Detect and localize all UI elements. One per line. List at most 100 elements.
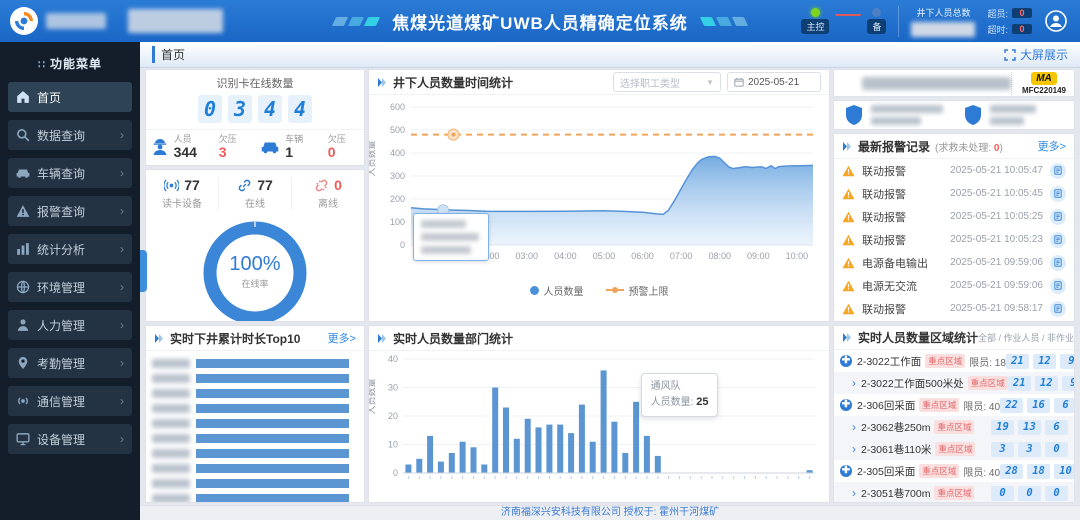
over-capacity-value: 0 <box>1012 8 1032 18</box>
top10-row <box>152 491 354 503</box>
stat-value: 0 <box>328 144 346 160</box>
sidebar-item-label: 首页 <box>37 89 124 106</box>
top10-more-link[interactable]: 更多> <box>328 330 356 346</box>
chevron-right-icon: › <box>852 376 856 390</box>
expand-plus-icon[interactable]: ✚ <box>840 465 852 477</box>
expand-plus-icon[interactable]: ✚ <box>840 355 852 367</box>
region-count: 3 <box>1018 442 1041 457</box>
region-row[interactable]: ›2-3061巷110米重点区域330 <box>834 438 1074 460</box>
chevron-down-icon: ▼ <box>706 78 714 87</box>
online-stat-人员: 人员344 <box>146 130 201 162</box>
alarms-more-link[interactable]: 更多> <box>1038 138 1066 154</box>
region-count: 13 <box>1018 420 1041 435</box>
sidebar: ∷功能菜单 首页数据查询›车辆查询›报警查询›统计分析›环境管理›人力管理›考勤… <box>0 42 140 520</box>
stat-value: 77 <box>184 177 200 193</box>
sidebar-item-attendance-mgmt[interactable]: 考勤管理› <box>8 348 132 378</box>
chevron-right-icon: › <box>120 318 124 332</box>
sidebar-item-alarm-query[interactable]: 报警查询› <box>8 196 132 226</box>
region-filter-links[interactable]: 全部 / 作业人员 / 非作业人员 <box>978 331 1075 344</box>
region-row[interactable]: ✚2-306回采面重点区域限员: 4022166 <box>834 394 1074 416</box>
cert-badge-1 <box>844 104 945 126</box>
region-panel-title: 实时人员数量区域统计 <box>858 329 978 346</box>
link-icon <box>237 178 252 193</box>
sidebar-collapse-handle[interactable] <box>140 250 147 292</box>
alarm-row[interactable]: 联动报警2025-05-21 10:05:47 <box>834 159 1074 182</box>
alarm-row[interactable]: 电源备电输出2025-05-21 09:59:06 <box>834 251 1074 274</box>
warning-triangle-icon <box>842 165 855 177</box>
alarm-detail-button[interactable] <box>1050 209 1066 225</box>
alarm-detail-button[interactable] <box>1050 232 1066 248</box>
online-card-title: 识别卡在线数量 <box>146 70 364 91</box>
fullscreen-button[interactable]: 大屏展示 <box>1004 46 1068 63</box>
shield-icon <box>844 104 864 126</box>
sidebar-item-env-mgmt[interactable]: 环境管理› <box>8 272 132 302</box>
sidebar-item-data-query[interactable]: 数据查询› <box>8 120 132 150</box>
region-count: 16 <box>1027 398 1050 413</box>
cert-badge-2 <box>963 104 1064 126</box>
sidebar-item-vehicle-query[interactable]: 车辆查询› <box>8 158 132 188</box>
sidebar-item-stats-analysis[interactable]: 统计分析› <box>8 234 132 264</box>
expand-icon <box>1004 49 1016 61</box>
svg-text:200: 200 <box>390 194 405 204</box>
svg-text:30: 30 <box>388 383 398 393</box>
digit-cell: 0 <box>198 95 222 123</box>
alarm-row[interactable]: 电源无交流2025-05-21 09:59:06 <box>834 274 1074 297</box>
alarm-detail-button[interactable] <box>1050 163 1066 179</box>
svg-text:600: 600 <box>390 102 405 112</box>
sidebar-item-comm-mgmt[interactable]: 通信管理› <box>8 386 132 416</box>
alarm-detail-button[interactable] <box>1050 301 1066 317</box>
top10-row <box>152 386 354 401</box>
alarm-name: 联动报警 <box>862 232 950 248</box>
region-limit: 限员: 18 <box>969 354 1006 369</box>
top10-bar <box>196 359 349 368</box>
warning-triangle-icon <box>842 257 855 269</box>
region-name: 2-3022工作面500米处 <box>861 376 964 391</box>
alarm-detail-button[interactable] <box>1050 278 1066 294</box>
alarm-row[interactable]: 联动报警2025-05-21 10:05:23 <box>834 228 1074 251</box>
miner-icon <box>150 138 170 156</box>
alarm-row[interactable]: 联动报警2025-05-21 10:05:45 <box>834 182 1074 205</box>
region-row[interactable]: ›2-3051巷700m重点区域000 <box>834 482 1074 503</box>
alarm-name: 电源无交流 <box>862 278 950 294</box>
alarm-detail-button[interactable] <box>1050 186 1066 202</box>
region-limit: 限员: 40 <box>963 464 1000 479</box>
header-redacted-block <box>128 9 223 33</box>
sidebar-item-label: 统计分析 <box>37 241 120 258</box>
alarm-row[interactable]: 联动报警2025-05-21 10:05:25 <box>834 205 1074 228</box>
svg-text:10: 10 <box>388 440 398 450</box>
sidebar-item-device-mgmt[interactable]: 设备管理› <box>8 424 132 454</box>
expand-plus-icon[interactable]: ✚ <box>840 399 852 411</box>
app-title: 焦煤光道煤矿UWB人员精确定位系统 <box>392 9 688 34</box>
backup-status-dot <box>872 8 881 17</box>
region-row[interactable]: ›2-3022工作面500米处重点区域21129 <box>834 372 1074 394</box>
alarm-detail-button[interactable] <box>1050 255 1066 271</box>
date-picker[interactable]: 2025-05-21 <box>727 72 821 92</box>
stat-value: 3 <box>219 144 237 160</box>
footer: 济南福深兴安科技有限公司 授权于: 霍州干河煤矿 <box>140 505 1080 520</box>
region-row-list: ✚2-3022工作面重点区域限员: 1821129 › 2-3022工作面500米处… <box>834 350 1074 503</box>
user-account-icon[interactable] <box>1044 9 1068 33</box>
legend-item-1[interactable]: 预警上限 <box>606 283 669 298</box>
sidebar-item-home[interactable]: 首页 <box>8 82 132 112</box>
legend-line-icon <box>606 289 624 291</box>
alarm-time: 2025-05-21 10:05:23 <box>950 234 1043 245</box>
legend-item-0[interactable]: 人员数量 <box>530 283 584 298</box>
logo-text-redacted <box>46 13 106 29</box>
worker-type-select[interactable]: 选择职工类型 ▼ <box>613 72 721 92</box>
panel-card-online-count: 识别卡在线数量 0344 人员344欠压3车辆1欠压0 <box>145 69 365 166</box>
region-row[interactable]: ›2-3062巷250m重点区域19136 <box>834 416 1074 438</box>
region-row[interactable]: ✚2-305回采面重点区域限员: 40281810 <box>834 460 1074 482</box>
unlink-icon <box>314 178 329 193</box>
globe-icon <box>16 280 30 294</box>
region-count: 12 <box>1033 354 1056 369</box>
stat-label: 读卡设备 <box>146 195 218 210</box>
master-status-dot <box>811 8 820 17</box>
company-logo-icon <box>10 7 38 35</box>
region-row[interactable]: ✚2-3022工作面重点区域限员: 1821129 <box>834 350 1074 372</box>
top10-name-redacted <box>152 464 190 473</box>
alarm-row[interactable]: 联动报警2025-05-21 09:58:17 <box>834 297 1074 320</box>
sidebar-item-hr-mgmt[interactable]: 人力管理› <box>8 310 132 340</box>
legend-dot-icon <box>530 286 539 295</box>
tooltip-dept-name: 通风队 <box>651 381 681 392</box>
underground-total: 井下人员总数 <box>898 6 975 37</box>
